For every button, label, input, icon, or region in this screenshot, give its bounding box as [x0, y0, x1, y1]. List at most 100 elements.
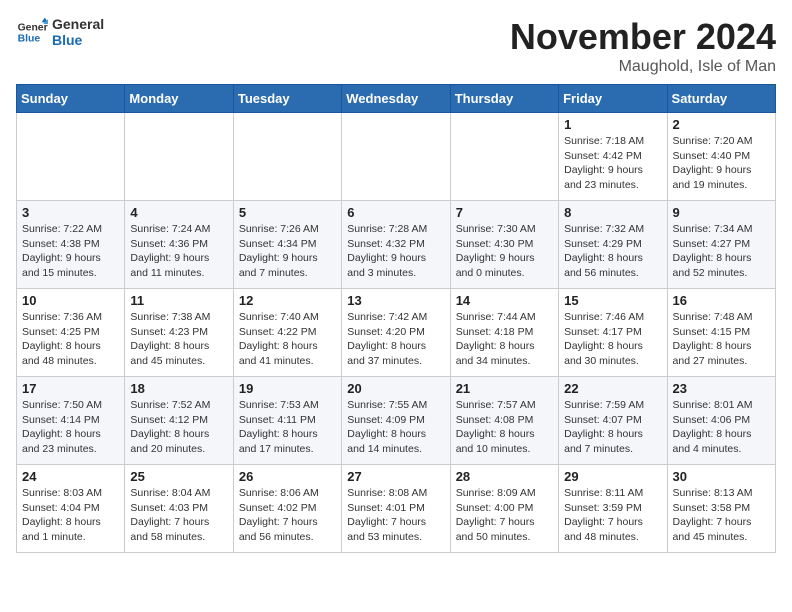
calendar-cell: 16 Sunrise: 7:48 AM Sunset: 4:15 PM Dayli…	[667, 289, 775, 377]
day-number: 2	[673, 117, 770, 132]
day-number: 3	[22, 205, 119, 220]
calendar-cell: 1 Sunrise: 7:18 AM Sunset: 4:42 PM Daylig…	[559, 113, 667, 201]
day-number: 22	[564, 381, 661, 396]
day-info: Sunrise: 7:34 AM Sunset: 4:27 PM Dayligh…	[673, 222, 770, 281]
col-header-thursday: Thursday	[450, 85, 558, 113]
calendar-cell	[342, 113, 450, 201]
calendar-cell: 14 Sunrise: 7:44 AM Sunset: 4:18 PM Dayli…	[450, 289, 558, 377]
day-number: 14	[456, 293, 553, 308]
day-info: Sunrise: 7:20 AM Sunset: 4:40 PM Dayligh…	[673, 134, 770, 193]
day-info: Sunrise: 8:01 AM Sunset: 4:06 PM Dayligh…	[673, 398, 770, 457]
day-info: Sunrise: 7:57 AM Sunset: 4:08 PM Dayligh…	[456, 398, 553, 457]
col-header-saturday: Saturday	[667, 85, 775, 113]
col-header-friday: Friday	[559, 85, 667, 113]
calendar-cell: 29 Sunrise: 8:11 AM Sunset: 3:59 PM Dayli…	[559, 465, 667, 553]
calendar-cell: 9 Sunrise: 7:34 AM Sunset: 4:27 PM Daylig…	[667, 201, 775, 289]
calendar-week-row: 3Sunrise: 7:22 AM Sunset: 4:38 PM Daylig…	[17, 201, 776, 289]
day-info: Sunrise: 7:55 AM Sunset: 4:09 PM Dayligh…	[347, 398, 444, 457]
day-number: 8	[564, 205, 661, 220]
calendar-cell: 17Sunrise: 7:50 AM Sunset: 4:14 PM Dayli…	[17, 377, 125, 465]
logo-icon: General Blue	[16, 16, 48, 48]
day-info: Sunrise: 8:08 AM Sunset: 4:01 PM Dayligh…	[347, 486, 444, 545]
day-number: 15	[564, 293, 661, 308]
day-info: Sunrise: 7:40 AM Sunset: 4:22 PM Dayligh…	[239, 310, 336, 369]
calendar-cell: 19 Sunrise: 7:53 AM Sunset: 4:11 PM Dayli…	[233, 377, 341, 465]
calendar-cell: 22 Sunrise: 7:59 AM Sunset: 4:07 PM Dayli…	[559, 377, 667, 465]
day-number: 12	[239, 293, 336, 308]
day-number: 1	[564, 117, 661, 132]
calendar-week-row: 1 Sunrise: 7:18 AM Sunset: 4:42 PM Daylig…	[17, 113, 776, 201]
day-info: Sunrise: 7:52 AM Sunset: 4:12 PM Dayligh…	[130, 398, 227, 457]
col-header-sunday: Sunday	[17, 85, 125, 113]
day-info: Sunrise: 7:38 AM Sunset: 4:23 PM Dayligh…	[130, 310, 227, 369]
day-number: 30	[673, 469, 770, 484]
calendar-cell: 2 Sunrise: 7:20 AM Sunset: 4:40 PM Daylig…	[667, 113, 775, 201]
calendar-cell: 7 Sunrise: 7:30 AM Sunset: 4:30 PM Daylig…	[450, 201, 558, 289]
calendar-cell: 5Sunrise: 7:26 AM Sunset: 4:34 PM Daylig…	[233, 201, 341, 289]
calendar-cell: 25Sunrise: 8:04 AM Sunset: 4:03 PM Dayli…	[125, 465, 233, 553]
calendar-cell: 15Sunrise: 7:46 AM Sunset: 4:17 PM Dayli…	[559, 289, 667, 377]
logo-text-general: General	[52, 16, 104, 32]
day-info: Sunrise: 7:18 AM Sunset: 4:42 PM Dayligh…	[564, 134, 661, 193]
day-number: 13	[347, 293, 444, 308]
calendar-cell: 6 Sunrise: 7:28 AM Sunset: 4:32 PM Daylig…	[342, 201, 450, 289]
day-info: Sunrise: 7:28 AM Sunset: 4:32 PM Dayligh…	[347, 222, 444, 281]
day-info: Sunrise: 8:11 AM Sunset: 3:59 PM Dayligh…	[564, 486, 661, 545]
day-number: 16	[673, 293, 770, 308]
calendar-week-row: 10 Sunrise: 7:36 AM Sunset: 4:25 PM Dayli…	[17, 289, 776, 377]
calendar-cell: 8Sunrise: 7:32 AM Sunset: 4:29 PM Daylig…	[559, 201, 667, 289]
calendar-cell: 20Sunrise: 7:55 AM Sunset: 4:09 PM Dayli…	[342, 377, 450, 465]
calendar-cell	[233, 113, 341, 201]
day-number: 28	[456, 469, 553, 484]
calendar-cell: 21Sunrise: 7:57 AM Sunset: 4:08 PM Dayli…	[450, 377, 558, 465]
title-block: November 2024 Maughold, Isle of Man	[510, 16, 776, 76]
day-number: 17	[22, 381, 119, 396]
day-info: Sunrise: 7:24 AM Sunset: 4:36 PM Dayligh…	[130, 222, 227, 281]
day-info: Sunrise: 7:48 AM Sunset: 4:15 PM Dayligh…	[673, 310, 770, 369]
logo: General Blue General Blue	[16, 16, 104, 48]
day-info: Sunrise: 8:03 AM Sunset: 4:04 PM Dayligh…	[22, 486, 119, 545]
calendar-cell	[17, 113, 125, 201]
calendar-cell: 10 Sunrise: 7:36 AM Sunset: 4:25 PM Dayli…	[17, 289, 125, 377]
day-info: Sunrise: 7:30 AM Sunset: 4:30 PM Dayligh…	[456, 222, 553, 281]
day-number: 25	[130, 469, 227, 484]
month-title: November 2024	[510, 16, 776, 58]
calendar-header-row: SundayMondayTuesdayWednesdayThursdayFrid…	[17, 85, 776, 113]
calendar-cell: 11 Sunrise: 7:38 AM Sunset: 4:23 PM Dayli…	[125, 289, 233, 377]
day-info: Sunrise: 8:13 AM Sunset: 3:58 PM Dayligh…	[673, 486, 770, 545]
calendar-cell: 18 Sunrise: 7:52 AM Sunset: 4:12 PM Dayli…	[125, 377, 233, 465]
day-number: 11	[130, 293, 227, 308]
day-number: 18	[130, 381, 227, 396]
calendar-cell: 12 Sunrise: 7:40 AM Sunset: 4:22 PM Dayli…	[233, 289, 341, 377]
calendar-week-row: 17Sunrise: 7:50 AM Sunset: 4:14 PM Dayli…	[17, 377, 776, 465]
day-number: 26	[239, 469, 336, 484]
logo-text-blue: Blue	[52, 32, 104, 48]
day-number: 19	[239, 381, 336, 396]
page-header: General Blue General Blue November 2024 …	[16, 16, 776, 76]
day-number: 6	[347, 205, 444, 220]
svg-text:Blue: Blue	[18, 34, 41, 45]
day-info: Sunrise: 7:26 AM Sunset: 4:34 PM Dayligh…	[239, 222, 336, 281]
calendar-cell: 24Sunrise: 8:03 AM Sunset: 4:04 PM Dayli…	[17, 465, 125, 553]
day-number: 9	[673, 205, 770, 220]
day-number: 4	[130, 205, 227, 220]
calendar-cell: 13 Sunrise: 7:42 AM Sunset: 4:20 PM Dayli…	[342, 289, 450, 377]
day-info: Sunrise: 7:59 AM Sunset: 4:07 PM Dayligh…	[564, 398, 661, 457]
day-number: 29	[564, 469, 661, 484]
col-header-tuesday: Tuesday	[233, 85, 341, 113]
day-number: 10	[22, 293, 119, 308]
col-header-monday: Monday	[125, 85, 233, 113]
calendar-week-row: 24Sunrise: 8:03 AM Sunset: 4:04 PM Dayli…	[17, 465, 776, 553]
day-info: Sunrise: 7:36 AM Sunset: 4:25 PM Dayligh…	[22, 310, 119, 369]
day-info: Sunrise: 7:53 AM Sunset: 4:11 PM Dayligh…	[239, 398, 336, 457]
day-info: Sunrise: 7:42 AM Sunset: 4:20 PM Dayligh…	[347, 310, 444, 369]
calendar-cell: 3Sunrise: 7:22 AM Sunset: 4:38 PM Daylig…	[17, 201, 125, 289]
calendar-cell	[450, 113, 558, 201]
day-number: 23	[673, 381, 770, 396]
calendar-cell	[125, 113, 233, 201]
day-info: Sunrise: 8:06 AM Sunset: 4:02 PM Dayligh…	[239, 486, 336, 545]
day-info: Sunrise: 8:09 AM Sunset: 4:00 PM Dayligh…	[456, 486, 553, 545]
calendar-cell: 27Sunrise: 8:08 AM Sunset: 4:01 PM Dayli…	[342, 465, 450, 553]
day-info: Sunrise: 7:44 AM Sunset: 4:18 PM Dayligh…	[456, 310, 553, 369]
day-number: 7	[456, 205, 553, 220]
